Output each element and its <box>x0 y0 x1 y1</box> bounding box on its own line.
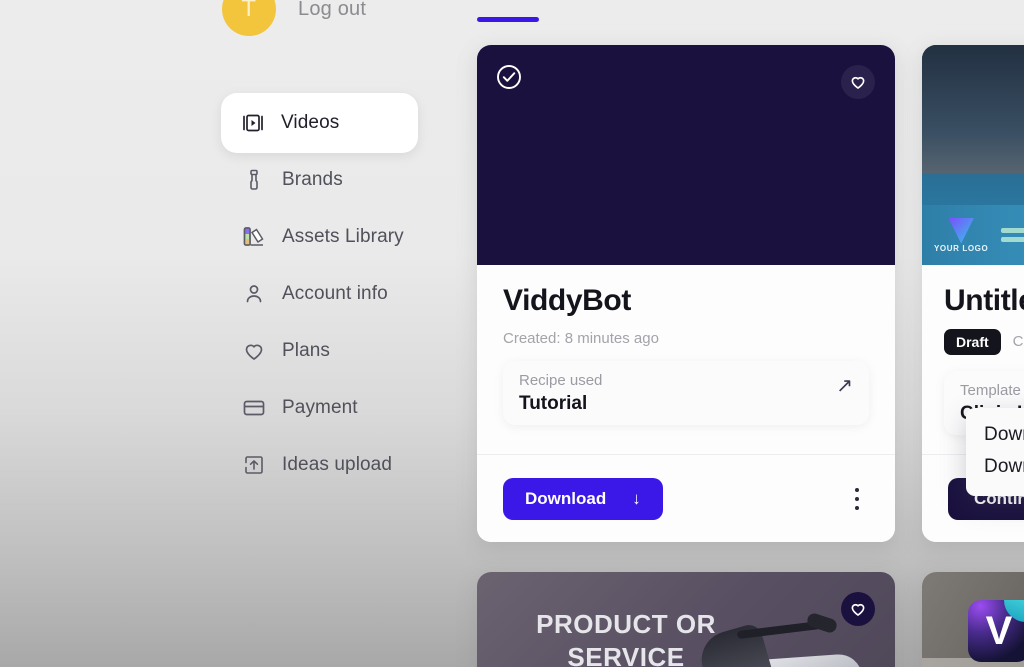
account-row: T Log out <box>222 0 366 36</box>
card-body: ViddyBot Created: 8 minutes ago Recipe u… <box>477 265 895 425</box>
sidebar-item-label: Brands <box>282 169 343 190</box>
kebab-dot <box>855 505 859 510</box>
recipe-value: Tutorial <box>519 392 588 414</box>
card-footer: Download ↓ <box>477 454 895 542</box>
avatar-initial: T <box>241 0 257 22</box>
sidebar-item-plans[interactable]: Plans <box>222 332 418 370</box>
recipe-box[interactable]: Recipe used Tutorial ↗ <box>503 360 869 425</box>
lower-third-text-lines <box>995 228 1024 242</box>
badge-row: Draft Cr <box>944 328 1024 355</box>
sidebar: T Log out Videos Brands Assets Library A… <box>0 0 466 667</box>
menu-item-download-mp4[interactable]: Download MP4 <box>966 419 1024 451</box>
favorite-button[interactable] <box>841 592 875 626</box>
card-created-timestamp: Created: 8 minutes ago <box>503 329 659 347</box>
thumbnail-scooter-image <box>694 611 895 667</box>
app-logo-icon: V <box>968 600 1024 662</box>
sidebar-item-brands[interactable]: Brands <box>222 161 418 199</box>
sidebar-item-payment[interactable]: Payment <box>222 389 418 427</box>
brand-icon <box>242 168 266 192</box>
sidebar-item-assets-library[interactable]: Assets Library <box>222 218 418 256</box>
assets-icon <box>242 225 266 249</box>
video-card-viddybot[interactable]: ViddyBot Created: 8 minutes ago Recipe u… <box>477 45 895 542</box>
video-card-product[interactable]: PRODUCT OR SERVICE <box>477 572 895 667</box>
download-arrow-icon: ↓ <box>632 488 641 508</box>
video-thumbnail[interactable]: PRODUCT OR SERVICE <box>477 572 895 667</box>
card-created-timestamp: Cr <box>1012 333 1024 350</box>
video-card-four[interactable]: V <box>922 572 1024 667</box>
download-button-label: Download <box>525 488 607 508</box>
sidebar-item-label: Plans <box>282 340 331 361</box>
brand-logo-text: YOUR LOGO <box>934 243 989 253</box>
check-circle-icon <box>495 63 523 91</box>
card-title: Untitled <box>944 284 1024 317</box>
sidebar-item-ideas-upload[interactable]: Ideas upload <box>222 446 418 484</box>
recipe-label: Recipe used <box>519 371 603 389</box>
status-badge: Draft <box>944 328 1001 355</box>
video-thumbnail[interactable]: V <box>922 572 1024 667</box>
tab-active-indicator <box>477 17 539 22</box>
video-thumbnail[interactable]: YOUR LOGO <box>922 45 1024 265</box>
card-title: ViddyBot <box>503 284 631 317</box>
scooter-mirror <box>805 611 839 635</box>
open-external-icon[interactable]: ↗ <box>836 376 853 396</box>
app-root: T Log out Videos Brands Assets Library A… <box>0 0 1024 667</box>
sidebar-item-videos[interactable]: Videos <box>221 93 418 153</box>
sidebar-item-label: Payment <box>282 397 358 418</box>
sidebar-item-label: Account info <box>282 283 388 304</box>
lower-third-overlay: YOUR LOGO <box>922 205 1024 265</box>
heart-icon <box>242 339 266 363</box>
kebab-menu-icon[interactable] <box>845 482 869 516</box>
recipe-text-group: Recipe used Tutorial <box>519 372 602 415</box>
sidebar-item-account-info[interactable]: Account info <box>222 275 418 313</box>
person-icon <box>242 282 266 306</box>
menu-item-download-gif[interactable]: Download GIF <box>966 451 1024 483</box>
card-icon <box>242 396 266 420</box>
brand-logo-icon <box>948 217 975 244</box>
favorite-button[interactable] <box>841 65 875 99</box>
logout-button[interactable]: Log out <box>298 0 366 21</box>
kebab-dot <box>855 496 859 501</box>
sidebar-item-label: Ideas upload <box>282 454 393 475</box>
sidebar-item-label: Assets Library <box>282 226 404 247</box>
download-button[interactable]: Download ↓ <box>503 477 663 520</box>
app-logo-letter: V <box>985 609 1013 653</box>
avatar[interactable]: T <box>222 0 276 36</box>
video-icon <box>241 111 265 135</box>
main-content: ViddyBot Created: 8 minutes ago Recipe u… <box>466 0 1024 667</box>
sidebar-nav: Videos Brands Assets Library Account inf… <box>221 93 418 503</box>
template-label: Template <box>960 381 1021 399</box>
sidebar-item-label: Videos <box>281 112 340 133</box>
video-thumbnail[interactable] <box>477 45 895 265</box>
upload-icon <box>242 453 266 477</box>
kebab-dot <box>855 487 859 492</box>
download-dropdown-menu[interactable]: Download MP4 Download GIF <box>966 408 1024 496</box>
